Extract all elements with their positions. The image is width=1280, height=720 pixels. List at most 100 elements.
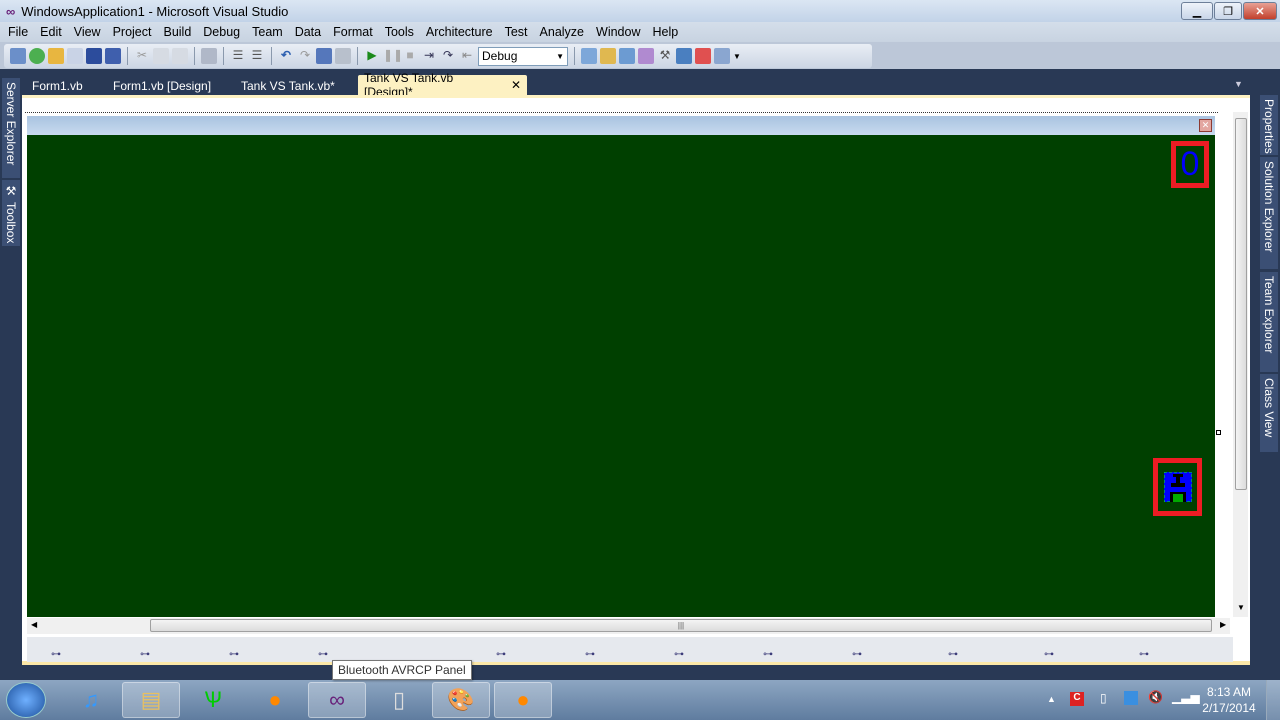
app-icon[interactable]: Ѱ bbox=[184, 682, 242, 718]
panel-tab-class-view[interactable]: Class View bbox=[1260, 374, 1278, 452]
class-view-icon[interactable] bbox=[638, 48, 654, 64]
resize-handle[interactable] bbox=[1216, 430, 1221, 435]
save-icon[interactable] bbox=[86, 48, 102, 64]
close-tab-icon[interactable]: ✕ bbox=[511, 78, 521, 92]
navigate-backward-icon[interactable] bbox=[316, 48, 332, 64]
menu-team[interactable]: Team bbox=[246, 25, 289, 39]
step-into-icon[interactable]: ⇥ bbox=[421, 48, 437, 64]
comment-icon[interactable]: ☰ bbox=[230, 48, 246, 64]
add-website-icon[interactable] bbox=[29, 48, 45, 64]
antivirus-icon[interactable]: C bbox=[1070, 692, 1084, 706]
extension-manager-icon[interactable] bbox=[676, 48, 692, 64]
timer-component-icon[interactable]: ⊶ bbox=[229, 649, 239, 660]
menu-file[interactable]: File bbox=[2, 25, 34, 39]
step-out-icon[interactable]: ⇤ bbox=[459, 48, 475, 64]
timer-component-icon[interactable]: ⊶ bbox=[763, 649, 773, 660]
itunes-icon[interactable]: ♫ bbox=[62, 682, 120, 718]
bluetooth-panel-icon[interactable]: ▯ bbox=[370, 682, 428, 718]
menu-build[interactable]: Build bbox=[157, 25, 197, 39]
object-browser-icon[interactable] bbox=[619, 48, 635, 64]
minimize-button[interactable]: ▁ bbox=[1181, 2, 1213, 20]
start-debugging-icon[interactable]: ▶ bbox=[364, 48, 380, 64]
properties-window-icon[interactable] bbox=[600, 48, 616, 64]
show-hidden-icons-icon[interactable]: ▲ bbox=[1047, 694, 1056, 704]
tank-picturebox[interactable] bbox=[1153, 458, 1202, 516]
tab-list-dropdown-icon[interactable]: ▼ bbox=[1234, 79, 1243, 89]
restore-button[interactable]: ❐ bbox=[1214, 2, 1242, 20]
solution-configuration-select[interactable]: Debug ▼ bbox=[478, 46, 568, 66]
menu-architecture[interactable]: Architecture bbox=[420, 25, 499, 39]
sync-icon[interactable] bbox=[1124, 691, 1138, 705]
firefox-icon[interactable]: ● bbox=[494, 682, 552, 718]
tools-icon[interactable]: ⚒ bbox=[657, 48, 673, 64]
horizontal-scroll-thumb[interactable]: ||| bbox=[150, 619, 1212, 632]
stop-icon[interactable]: ■ bbox=[402, 48, 418, 64]
menu-window[interactable]: Window bbox=[590, 25, 646, 39]
start-button[interactable] bbox=[6, 682, 46, 718]
new-project-icon[interactable] bbox=[10, 48, 26, 64]
panel-tab-team-explorer[interactable]: Team Explorer bbox=[1260, 272, 1278, 372]
paste-icon[interactable] bbox=[172, 48, 188, 64]
menu-edit[interactable]: Edit bbox=[34, 25, 68, 39]
paint-icon[interactable]: 🎨 bbox=[432, 682, 490, 718]
scroll-right-icon[interactable]: ▶ bbox=[1220, 620, 1226, 629]
timer-component-icon[interactable]: ⊶ bbox=[948, 649, 958, 660]
panel-tab-solution-explorer[interactable]: Solution Explorer bbox=[1260, 157, 1278, 269]
find-icon[interactable] bbox=[201, 48, 217, 64]
tab-tank-vs-tank-design[interactable]: Tank VS Tank.vb [Design]* ✕ bbox=[358, 71, 527, 99]
scroll-left-icon[interactable]: ◀ bbox=[31, 620, 37, 629]
tab-form1-design[interactable]: Form1.vb [Design] bbox=[107, 77, 217, 95]
timer-component-icon[interactable]: ⊶ bbox=[674, 649, 684, 660]
close-button[interactable]: ✕ bbox=[1243, 2, 1277, 20]
clock[interactable]: 8:13 AM 2/17/2014 bbox=[1196, 684, 1262, 716]
add-item-icon[interactable] bbox=[67, 48, 83, 64]
step-over-icon[interactable]: ↷ bbox=[440, 48, 456, 64]
firefox-icon[interactable]: ● bbox=[246, 682, 304, 718]
timer-component-icon[interactable]: ⊶ bbox=[585, 649, 595, 660]
open-file-icon[interactable] bbox=[48, 48, 64, 64]
form-client-area[interactable] bbox=[27, 135, 1215, 617]
timer-component-icon[interactable]: ⊶ bbox=[140, 649, 150, 660]
volume-muted-icon[interactable]: 🔇 bbox=[1148, 690, 1163, 704]
error-list-icon[interactable] bbox=[695, 48, 711, 64]
menu-test[interactable]: Test bbox=[499, 25, 534, 39]
visual-studio-icon[interactable]: ∞ bbox=[308, 682, 366, 718]
navigate-forward-icon[interactable] bbox=[335, 48, 351, 64]
menu-help[interactable]: Help bbox=[646, 25, 684, 39]
panel-tab-properties[interactable]: Properties bbox=[1260, 95, 1278, 155]
panel-tab-server-explorer[interactable]: Server Explorer bbox=[2, 78, 20, 178]
menu-data[interactable]: Data bbox=[289, 25, 327, 39]
cut-icon[interactable]: ✂ bbox=[134, 48, 150, 64]
undo-icon[interactable]: ↶ bbox=[278, 48, 294, 64]
timer-component-icon[interactable]: ⊶ bbox=[51, 649, 61, 660]
timer-component-icon[interactable]: ⊶ bbox=[318, 649, 328, 660]
uncomment-icon[interactable]: ☰ bbox=[249, 48, 265, 64]
tab-tank-vs-tank-vb[interactable]: Tank VS Tank.vb* bbox=[235, 77, 341, 95]
pause-icon[interactable]: ❚❚ bbox=[383, 48, 403, 64]
menu-tools[interactable]: Tools bbox=[379, 25, 420, 39]
redo-icon[interactable]: ↷ bbox=[297, 48, 313, 64]
menu-view[interactable]: View bbox=[68, 25, 107, 39]
panel-tab-toolbox[interactable]: ⚒ Toolbox bbox=[2, 180, 20, 246]
show-desktop-button[interactable] bbox=[1266, 680, 1280, 720]
vertical-scroll-thumb[interactable] bbox=[1235, 118, 1247, 490]
copy-icon[interactable] bbox=[153, 48, 169, 64]
menu-project[interactable]: Project bbox=[107, 25, 158, 39]
menu-format[interactable]: Format bbox=[327, 25, 379, 39]
timer-component-icon[interactable]: ⊶ bbox=[852, 649, 862, 660]
form-title-bar[interactable] bbox=[27, 116, 1215, 135]
toolbar-overflow-icon[interactable]: ▼ bbox=[733, 52, 741, 61]
timer-component-icon[interactable]: ⊶ bbox=[1139, 649, 1149, 660]
score-label[interactable]: 0 bbox=[1171, 141, 1209, 188]
output-window-icon[interactable] bbox=[714, 48, 730, 64]
menu-analyze[interactable]: Analyze bbox=[534, 25, 590, 39]
explorer-icon[interactable]: ▤ bbox=[122, 682, 180, 718]
timer-component-icon[interactable]: ⊶ bbox=[1044, 649, 1054, 660]
save-all-icon[interactable] bbox=[105, 48, 121, 64]
find-in-files-icon[interactable] bbox=[581, 48, 597, 64]
timer-component-icon[interactable]: ⊶ bbox=[496, 649, 506, 660]
bluetooth-tray-icon[interactable]: ▯ bbox=[1100, 691, 1107, 705]
tab-form1-vb[interactable]: Form1.vb bbox=[26, 77, 89, 95]
menu-debug[interactable]: Debug bbox=[197, 25, 246, 39]
scroll-down-icon[interactable]: ▼ bbox=[1237, 603, 1245, 612]
